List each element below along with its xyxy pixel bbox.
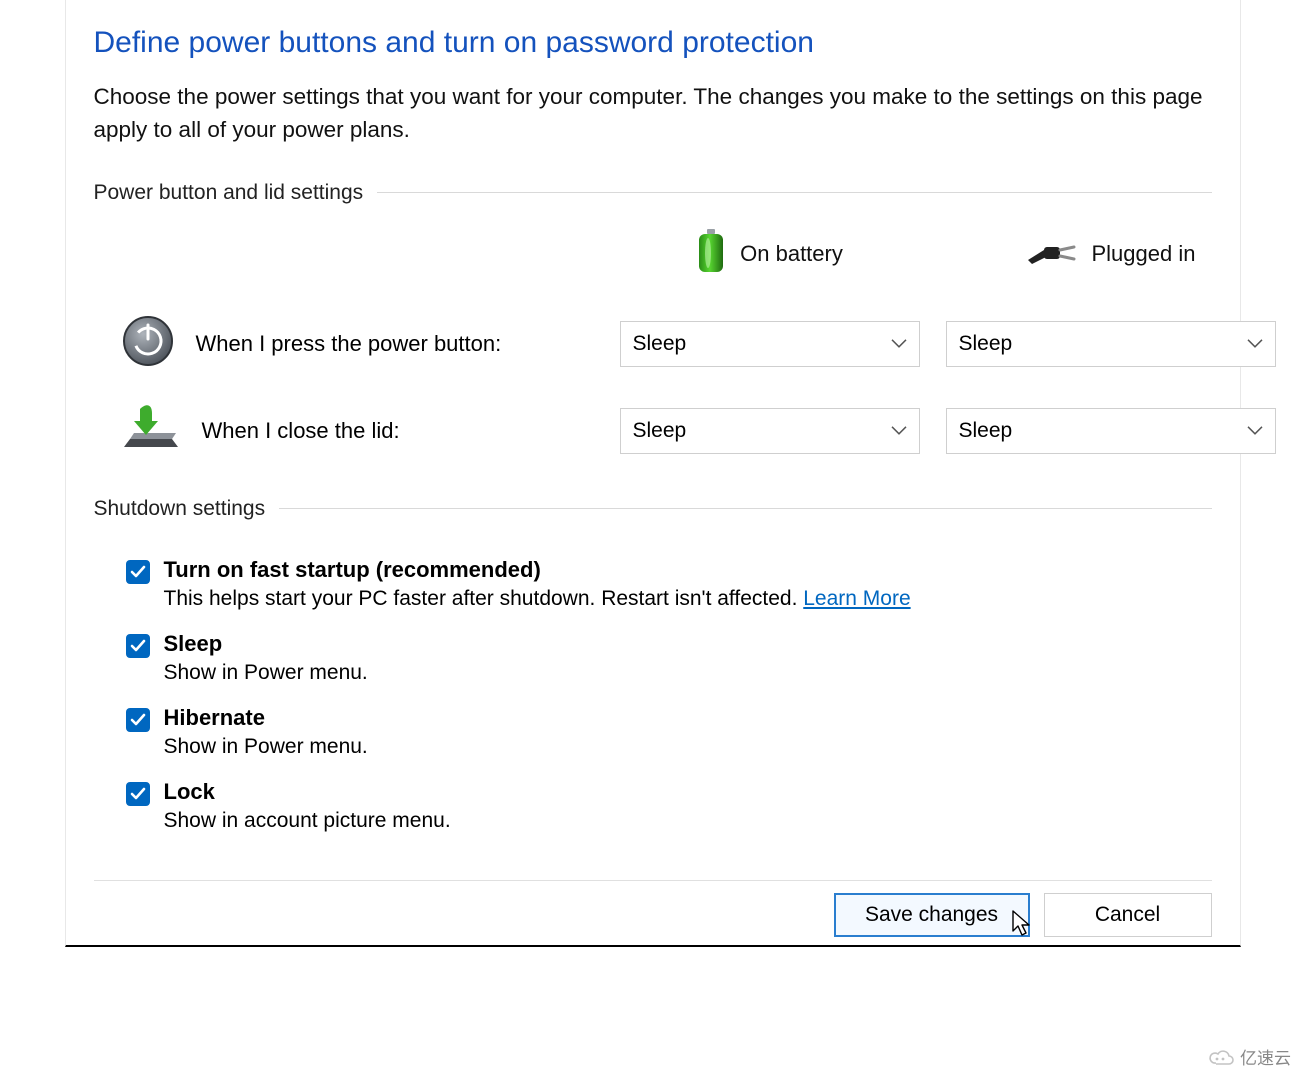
column-label: On battery [740,241,843,267]
option-desc: Show in Power menu. [164,735,368,759]
section-heading: Shutdown settings [94,497,266,521]
option-desc: Show in account picture menu. [164,809,451,833]
power-button-battery-select[interactable]: Sleep [620,321,920,367]
option-title: Lock [164,779,451,805]
section-heading: Power button and lid settings [94,181,364,205]
battery-icon [696,229,726,279]
checkbox-hibernate[interactable] [126,708,150,732]
option-title: Sleep [164,631,368,657]
page-title: Define power buttons and turn on passwor… [94,26,1212,60]
save-changes-button[interactable]: Save changes [834,893,1030,937]
power-button-icon [122,315,174,373]
divider [377,192,1211,193]
column-on-battery: On battery [620,229,920,279]
power-options-panel: Define power buttons and turn on passwor… [65,0,1241,947]
section-power-button-lid: Power button and lid settings [94,181,1212,205]
section-shutdown-settings: Shutdown settings [94,497,1212,521]
cancel-button[interactable]: Cancel [1044,893,1212,937]
chevron-down-icon [891,417,907,441]
plug-icon [1026,236,1078,272]
watermark: 亿速云 [1202,1042,1297,1071]
row-power-button: When I press the power button: Sleep Sle… [94,315,1212,373]
column-label: Plugged in [1092,241,1196,267]
lid-plugged-select[interactable]: Sleep [946,408,1276,454]
lid-battery-select[interactable]: Sleep [620,408,920,454]
divider [279,508,1211,509]
row-close-lid: When I close the lid: Sleep Sleep [94,405,1212,457]
cursor-icon [1012,910,1034,944]
chevron-down-icon [1247,330,1263,354]
columns-header-row: On battery Plugged in [94,229,1212,279]
learn-more-link[interactable]: Learn More [803,587,910,610]
option-lock: Lock Show in account picture menu. [94,779,1212,833]
footer-buttons: Save changes Cancel [94,880,1212,945]
option-title: Turn on fast startup (recommended) [164,557,911,583]
option-desc: This helps start your PC faster after sh… [164,587,911,611]
setting-label: When I press the power button: [94,315,594,373]
column-plugged-in: Plugged in [946,236,1276,272]
option-title: Hibernate [164,705,368,731]
option-hibernate: Hibernate Show in Power menu. [94,705,1212,759]
option-desc: Show in Power menu. [164,661,368,685]
option-sleep: Sleep Show in Power menu. [94,631,1212,685]
cloud-icon [1208,1047,1234,1067]
setting-label: When I close the lid: [94,405,594,457]
chevron-down-icon [891,330,907,354]
page-subtitle: Choose the power settings that you want … [94,80,1212,147]
checkbox-fast-startup[interactable] [126,560,150,584]
option-fast-startup: Turn on fast startup (recommended) This … [94,557,1212,611]
checkbox-sleep[interactable] [126,634,150,658]
lid-icon [122,405,180,457]
checkbox-lock[interactable] [126,782,150,806]
power-button-plugged-select[interactable]: Sleep [946,321,1276,367]
chevron-down-icon [1247,417,1263,441]
